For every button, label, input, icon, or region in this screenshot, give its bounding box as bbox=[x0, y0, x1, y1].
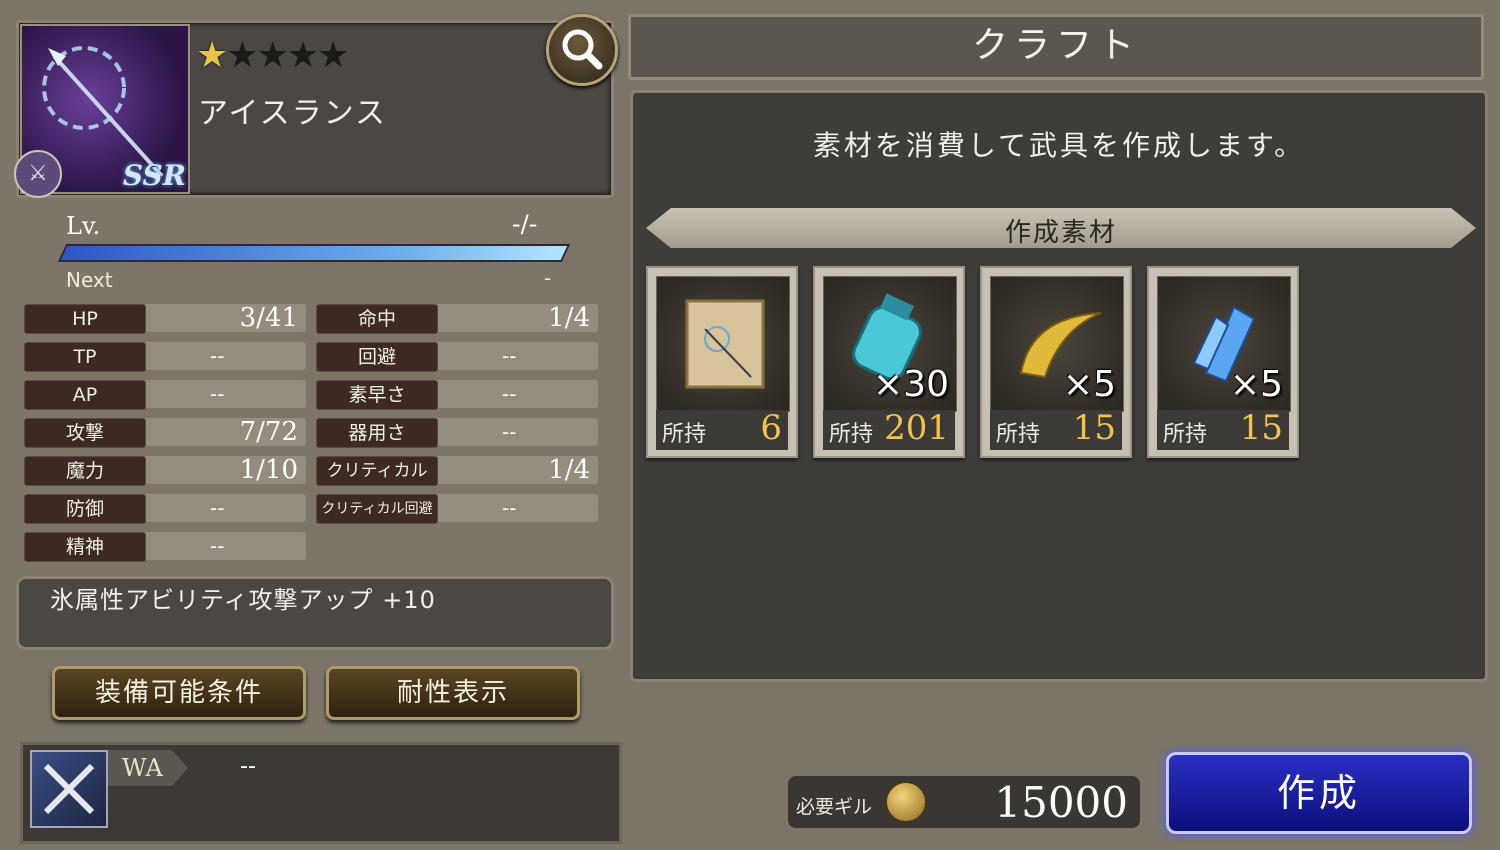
star-empty-icon: ★ bbox=[286, 35, 319, 76]
owned-count: 15 bbox=[1239, 408, 1283, 448]
stat-critical: クリティカル 1/4 bbox=[316, 455, 598, 486]
stat-label: 防御 bbox=[24, 494, 146, 524]
stat-label: 攻撃 bbox=[24, 418, 146, 448]
stat-value: -- bbox=[210, 496, 225, 520]
stat-value: -- bbox=[210, 534, 225, 558]
stat-value: 1/4 bbox=[548, 303, 590, 333]
owned-count: 201 bbox=[884, 408, 949, 448]
stat-label: 器用さ bbox=[316, 418, 438, 448]
owned-count: 15 bbox=[1072, 408, 1116, 448]
resistance-button[interactable]: 耐性表示 bbox=[326, 666, 580, 720]
material-qty: ×30 bbox=[873, 364, 949, 405]
stat-evasion: 回避 -- bbox=[316, 342, 598, 372]
star-empty-icon: ★ bbox=[226, 35, 258, 76]
stat-value: -- bbox=[210, 344, 225, 368]
stat-ap: AP -- bbox=[24, 380, 306, 410]
stat-value: -- bbox=[502, 382, 517, 406]
owned-count: 6 bbox=[760, 408, 782, 448]
wa-value: -- bbox=[240, 754, 256, 779]
materials-header: 作成素材 bbox=[1004, 218, 1117, 248]
stat-value: 7/72 bbox=[239, 417, 298, 447]
magnifier-icon bbox=[562, 29, 603, 70]
rarity-badge: SSR bbox=[122, 159, 186, 192]
stat-value: -- bbox=[502, 420, 517, 444]
weapon-thumbnail[interactable]: SSR ⚔ bbox=[14, 24, 190, 198]
crossed-swords-icon bbox=[43, 763, 95, 815]
stat-spirit: 精神 -- bbox=[24, 532, 306, 562]
owned-label: 所持 bbox=[996, 422, 1041, 447]
stat-value: 1/4 bbox=[548, 455, 590, 485]
page-title: クラフト bbox=[971, 25, 1140, 66]
level-progress-bar bbox=[57, 244, 571, 262]
stat-label: クリティカル bbox=[316, 456, 438, 486]
owned-label: 所持 bbox=[662, 422, 707, 447]
star-empty-icon: ★ bbox=[317, 35, 349, 76]
owned-label: 所持 bbox=[829, 422, 874, 447]
spear-type-icon: ⚔ bbox=[14, 150, 62, 198]
stat-tp: TP -- bbox=[24, 342, 306, 372]
star-filled-icon: ★ bbox=[196, 35, 228, 76]
stat-label: TP bbox=[24, 342, 146, 372]
stat-attack: 攻撃 7/72 bbox=[24, 417, 306, 448]
craft-description: 素材を消費して武具を作成します。 bbox=[812, 129, 1306, 162]
stat-label: クリティカル回避 bbox=[316, 494, 438, 524]
wa-label: WA bbox=[108, 750, 188, 786]
equip-conditions-button[interactable]: 装備可能条件 bbox=[52, 666, 306, 720]
stat-value: 3/41 bbox=[239, 303, 298, 333]
next-value: - bbox=[544, 266, 552, 290]
stat-magic: 魔力 1/10 bbox=[24, 455, 306, 486]
stat-value: 1/10 bbox=[239, 455, 298, 485]
create-button[interactable]: 作成 bbox=[1166, 752, 1472, 834]
next-label: Next bbox=[66, 268, 113, 292]
stat-label: AP bbox=[24, 380, 146, 410]
stat-label: 精神 bbox=[24, 532, 146, 562]
scroll-icon bbox=[656, 276, 790, 412]
search-button[interactable] bbox=[546, 14, 618, 86]
ability-text: 氷属性アビリティ攻撃アップ +10 bbox=[50, 586, 436, 614]
stat-value: -- bbox=[502, 496, 517, 520]
stat-label: 魔力 bbox=[24, 456, 146, 486]
material-item[interactable]: ×5 所持 15 bbox=[1147, 266, 1299, 458]
star-rating: ★★★★★ bbox=[196, 35, 349, 76]
material-item[interactable]: ×30 所持 201 bbox=[813, 266, 965, 458]
star-empty-icon: ★ bbox=[256, 35, 289, 76]
material-item[interactable]: 所持 6 bbox=[646, 266, 798, 458]
level-label: Lv. bbox=[66, 212, 101, 240]
gil-coin-icon bbox=[886, 782, 926, 822]
stat-critical-evasion: クリティカル回避 -- bbox=[316, 494, 598, 524]
gil-label: 必要ギル bbox=[796, 796, 873, 818]
stat-defense: 防御 -- bbox=[24, 494, 306, 524]
stat-label: HP bbox=[24, 304, 146, 334]
stat-value: -- bbox=[210, 382, 225, 406]
stat-dexterity: 器用さ -- bbox=[316, 418, 598, 448]
material-qty: ×5 bbox=[1229, 364, 1283, 405]
stat-hp: HP 3/41 bbox=[24, 303, 306, 334]
material-item[interactable]: ×5 所持 15 bbox=[980, 266, 1132, 458]
stat-speed: 素早さ -- bbox=[316, 380, 598, 410]
stat-label: 素早さ bbox=[316, 380, 438, 410]
weapon-name: アイスランス bbox=[198, 96, 387, 131]
level-value: -/- bbox=[512, 210, 538, 238]
owned-label: 所持 bbox=[1163, 422, 1208, 447]
stat-accuracy: 命中 1/4 bbox=[316, 303, 598, 334]
stat-label: 命中 bbox=[316, 304, 438, 334]
material-qty: ×5 bbox=[1062, 364, 1116, 405]
stat-value: -- bbox=[502, 344, 517, 368]
stat-label: 回避 bbox=[316, 342, 438, 372]
wa-crossed-swords-icon[interactable] bbox=[30, 750, 108, 828]
gil-value: 15000 bbox=[994, 778, 1128, 827]
